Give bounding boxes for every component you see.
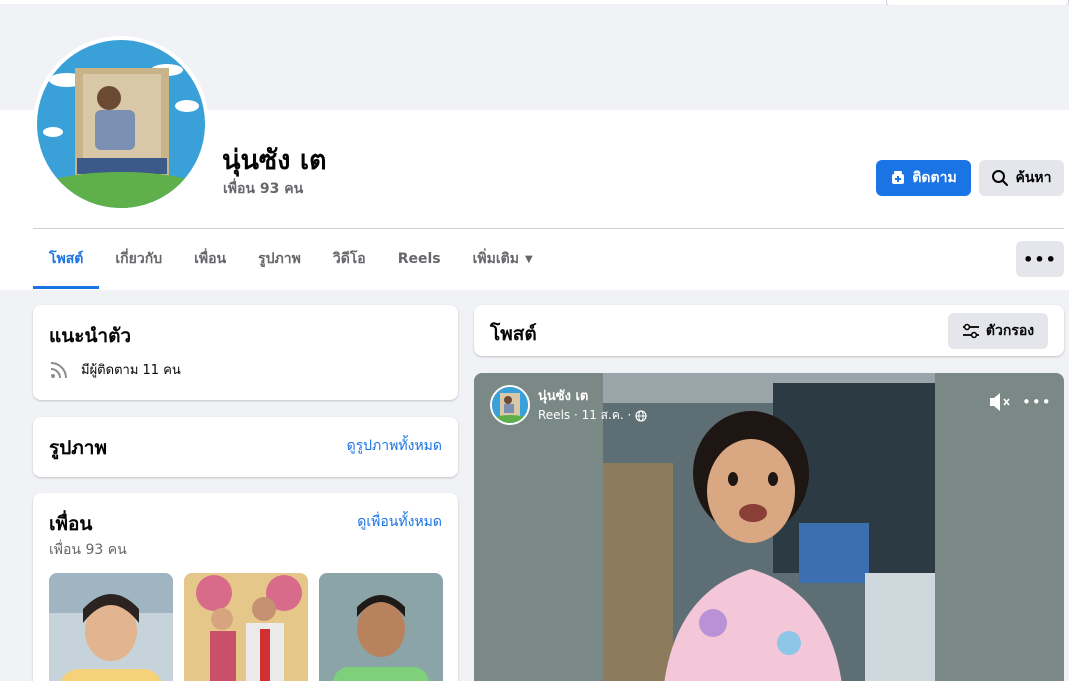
profile-name: นุ่นซัง เต <box>222 145 327 176</box>
mute-icon[interactable] <box>988 391 1012 417</box>
profile-friend-count[interactable]: เพื่อน 93 คน <box>223 178 303 200</box>
search-button[interactable]: ค้นหา <box>979 160 1064 196</box>
rss-icon <box>50 361 67 378</box>
follow-icon <box>892 171 905 184</box>
friend-photo[interactable] <box>184 573 308 681</box>
reel-more-icon[interactable]: ••• <box>1022 393 1052 411</box>
reel-author-name[interactable]: นุ่นซัง เต <box>538 385 647 406</box>
tab-about[interactable]: เกี่ยวกับ <box>99 229 178 289</box>
intro-card: แนะนำตัว มีผู้ติดตาม 11 คน <box>33 305 458 400</box>
profile-avatar[interactable] <box>33 36 209 212</box>
tab-videos[interactable]: วิดีโอ <box>317 229 382 289</box>
see-all-photos-link[interactable]: ดูรูปภาพทั้งหมด <box>347 435 442 457</box>
filter-button-label: ตัวกรอง <box>985 323 1035 339</box>
filter-button[interactable]: ตัวกรอง <box>948 313 1048 349</box>
caret-down-icon: ▼ <box>524 253 533 265</box>
see-all-friends-link[interactable]: ดูเพื่อนทั้งหมด <box>357 511 442 533</box>
follow-button-label: ติดตาม <box>912 170 957 186</box>
reel-meta-text[interactable]: Reels · 11 ส.ค. · <box>538 406 631 425</box>
search-button-label: ค้นหา <box>1015 170 1052 186</box>
reel-meta: Reels · 11 ส.ค. · <box>538 406 647 425</box>
tab-posts[interactable]: โพสต์ <box>33 229 100 289</box>
filter-icon <box>962 323 979 339</box>
friend-photo-grid <box>49 573 443 681</box>
globe-icon <box>635 409 647 422</box>
tab-friends[interactable]: เพื่อน <box>178 229 242 289</box>
friend-photo[interactable] <box>49 573 173 681</box>
tab-more[interactable]: เพิ่มเติม ▼ <box>457 229 549 289</box>
reel-author-avatar[interactable] <box>490 385 530 425</box>
friends-title: เพื่อน <box>49 513 93 535</box>
search-icon <box>992 170 1009 186</box>
photos-title: รูปภาพ <box>49 437 107 459</box>
friends-subtitle: เพื่อน 93 คน <box>49 542 127 558</box>
follow-button[interactable]: ติดตาม <box>876 160 971 196</box>
profile-tabs: โพสต์ เกี่ยวกับ เพื่อน รูปภาพ วิดีโอ Ree… <box>33 229 549 289</box>
intro-title: แนะนำตัว <box>49 325 132 347</box>
tab-photos[interactable]: รูปภาพ <box>242 229 317 289</box>
tab-reels[interactable]: Reels <box>382 229 457 289</box>
posts-title: โพสต์ <box>490 323 537 345</box>
friend-photo[interactable] <box>319 573 443 681</box>
followers-text[interactable]: มีผู้ติดตาม 11 คน <box>81 359 181 380</box>
photos-card: รูปภาพ ดูรูปภาพทั้งหมด <box>33 417 458 477</box>
reel-post[interactable]: นุ่นซัง เต Reels · 11 ส.ค. · ••• <box>474 373 1064 681</box>
friends-card: เพื่อน เพื่อน 93 คน ดูเพื่อนทั้งหมด <box>33 493 458 681</box>
more-options-button[interactable]: ••• <box>1016 241 1064 277</box>
more-horizontal-icon: ••• <box>1023 249 1057 269</box>
followers-row: มีผู้ติดตาม 11 คน <box>49 359 181 380</box>
reel-video[interactable] <box>603 373 935 681</box>
posts-header-card: โพสต์ ตัวกรอง <box>474 305 1064 356</box>
reel-author[interactable]: นุ่นซัง เต Reels · 11 ส.ค. · <box>490 385 647 425</box>
